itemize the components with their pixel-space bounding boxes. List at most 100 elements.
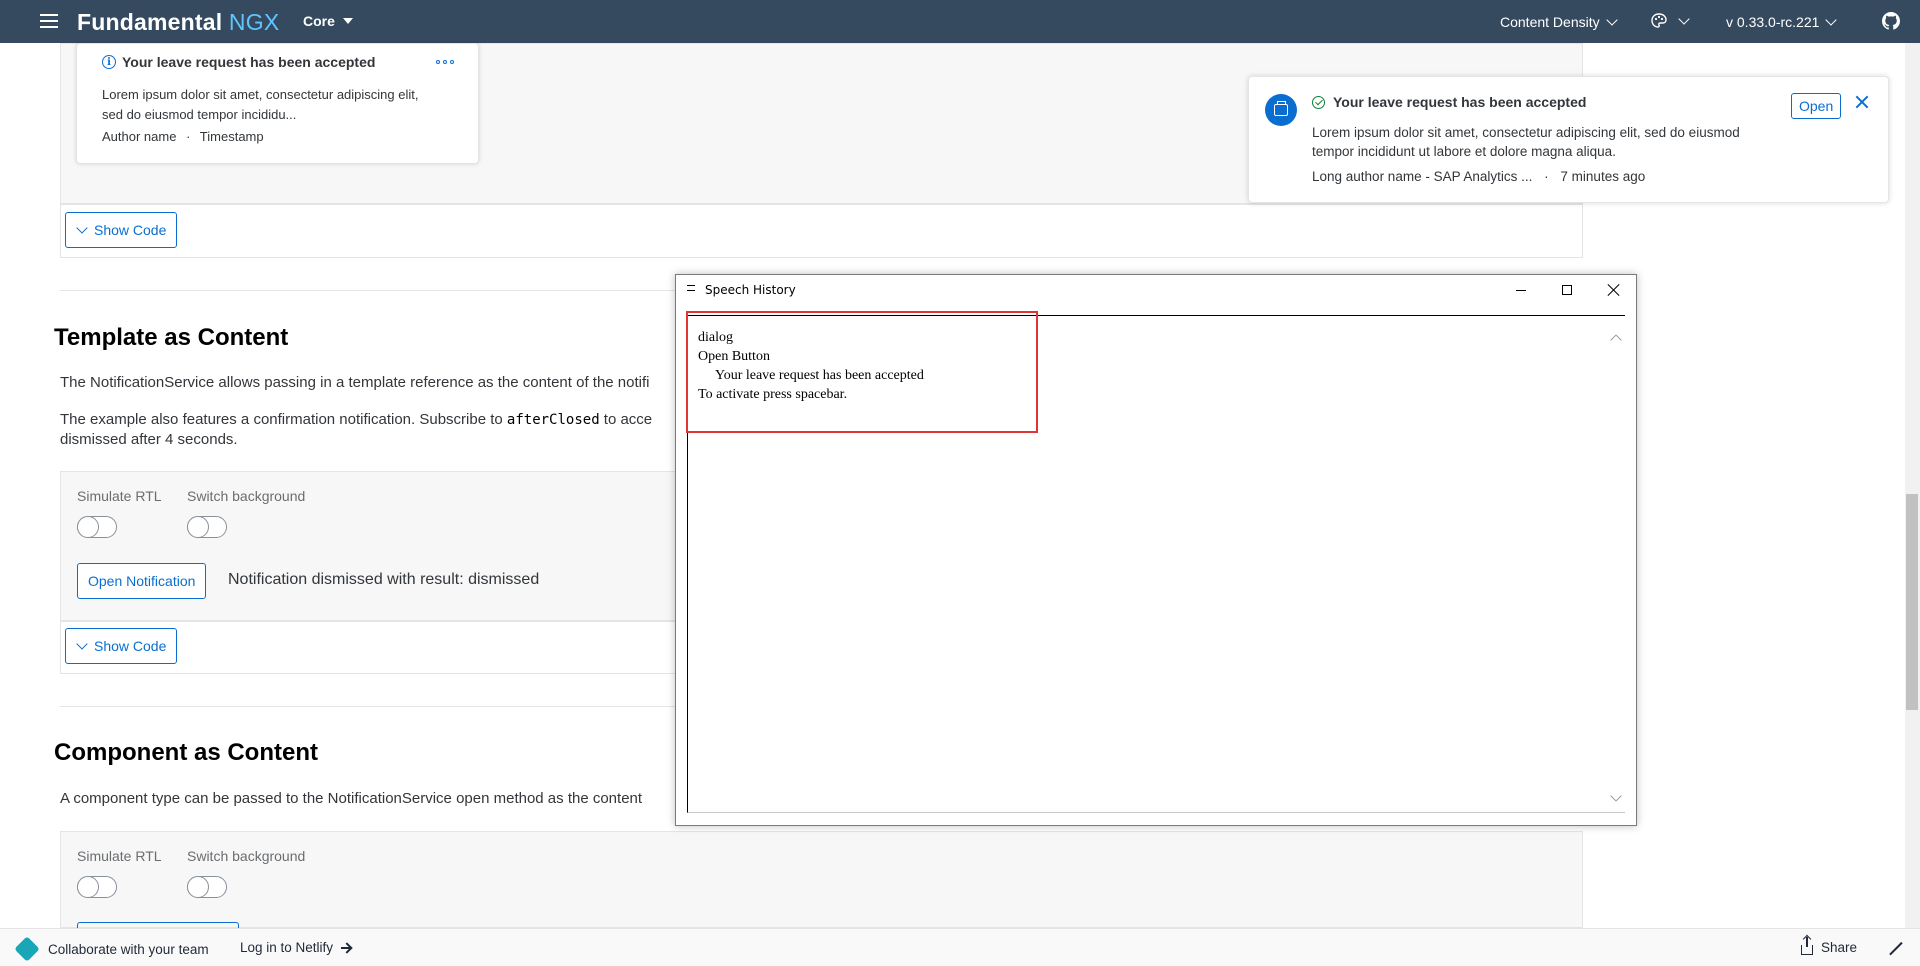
switch-background-toggle[interactable] xyxy=(187,516,227,538)
share-button[interactable]: Share xyxy=(1801,936,1858,955)
notification-title-row: Your leave request has been accepted xyxy=(1312,94,1586,110)
notification-result-text: Notification dismissed with result: dism… xyxy=(228,571,540,588)
overflow-menu-icon[interactable] xyxy=(436,60,454,64)
page-scrollbar[interactable] xyxy=(1905,43,1920,928)
theme-menu[interactable] xyxy=(1650,12,1690,30)
toggle-knob xyxy=(77,516,99,538)
speech-line: dialog xyxy=(698,330,733,345)
product-menu-label: Core xyxy=(303,13,335,29)
chevron-down-icon xyxy=(76,221,88,234)
expand-button[interactable] xyxy=(1890,942,1902,954)
simulate-rtl-toggle[interactable] xyxy=(77,516,117,538)
meta-separator: · xyxy=(186,129,191,144)
card-author: Author name xyxy=(102,129,177,144)
speech-line: To activate press spacebar. xyxy=(698,387,848,402)
section-title-component: Component as Content xyxy=(54,739,318,766)
netlify-bottom-bar: Collaborate with your team Log in to Net… xyxy=(0,928,1920,966)
collaborate-link[interactable]: Collaborate with your team xyxy=(14,936,209,962)
show-code-button[interactable]: Show Code xyxy=(65,628,178,664)
notification-title: Your leave request has been accepted xyxy=(1333,94,1587,110)
toggle-knob xyxy=(77,876,99,898)
speech-history-text: dialog Open Button Your leave request ha… xyxy=(698,328,924,404)
success-check-icon xyxy=(1312,95,1325,109)
simulate-rtl-toggle[interactable] xyxy=(77,876,117,898)
show-code-button[interactable]: Show Code xyxy=(65,212,178,248)
template-description-2: The example also features a confirmation… xyxy=(60,410,652,449)
chevron-down-icon xyxy=(1825,13,1838,26)
briefcase-icon xyxy=(1274,101,1288,116)
card-body: Lorem ipsum dolor sit amet, consectetur … xyxy=(102,87,419,122)
minimize-icon xyxy=(1516,289,1526,291)
speech-history-window: Speech History dialog Open Button Your l… xyxy=(675,274,1637,826)
show-code-label: Show Code xyxy=(94,222,167,238)
card-timestamp: Timestamp xyxy=(199,129,264,144)
content-density-menu[interactable]: Content Density xyxy=(1500,13,1618,30)
chevron-down-icon xyxy=(1605,13,1618,26)
hamburger-menu-icon[interactable] xyxy=(40,14,58,28)
notification-author: Long author name - SAP Analytics ... xyxy=(1312,169,1533,184)
product-menu-button[interactable]: Core xyxy=(303,13,353,29)
notification-meta: Long author name - SAP Analytics ... · 7… xyxy=(1312,169,1645,184)
brand-main: Fundamental xyxy=(77,9,223,35)
card-title: Your leave request has been accepted xyxy=(122,54,376,70)
brand-accent: NGX xyxy=(228,9,280,35)
window-menu-icon[interactable] xyxy=(687,285,695,291)
maximize-icon xyxy=(1562,285,1572,295)
speech-history-text-area[interactable]: dialog Open Button Your leave request ha… xyxy=(687,315,1625,813)
minimize-button[interactable] xyxy=(1498,275,1544,305)
window-title: Speech History xyxy=(705,283,796,297)
shellbar: Fundamental NGX Core Content Density v 0… xyxy=(0,0,1920,43)
speech-line: Open Button xyxy=(698,349,770,364)
close-icon xyxy=(1607,284,1619,296)
scroll-down-arrow-icon[interactable] xyxy=(1610,790,1622,802)
switch-background-toggle[interactable] xyxy=(187,876,227,898)
netlify-logo-icon xyxy=(14,936,40,962)
chevron-down-icon xyxy=(1678,12,1690,25)
component-description: A component type can be passed to the No… xyxy=(60,790,643,807)
section-title-template: Template as Content xyxy=(54,324,289,351)
page-scrollbar-thumb[interactable] xyxy=(1906,494,1918,710)
maximize-button[interactable] xyxy=(1544,275,1590,305)
inline-code: afterClosed xyxy=(506,412,600,428)
toggle-knob xyxy=(187,876,209,898)
login-label: Log in to Netlify xyxy=(240,940,334,955)
open-notification-button[interactable]: Open Notification xyxy=(77,563,207,599)
show-code-label: Show Code xyxy=(94,638,167,654)
notification-close-button[interactable] xyxy=(1855,95,1875,115)
palette-icon xyxy=(1651,13,1667,28)
share-label: Share xyxy=(1821,940,1858,955)
template-description: The NotificationService allows passing i… xyxy=(60,374,650,391)
version-menu[interactable]: v 0.33.0-rc.221 xyxy=(1726,13,1838,30)
notification-card: i Your leave request has been accepted L… xyxy=(76,43,479,164)
card-title-row: i Your leave request has been accepted xyxy=(102,54,375,70)
text-after-code: to acce xyxy=(599,411,653,428)
text-line-2: dismissed after 4 seconds. xyxy=(60,431,238,448)
brand-title[interactable]: Fundamental NGX xyxy=(77,9,279,36)
text-before-code: The example also features a confirmation… xyxy=(60,411,507,428)
speech-line: Your leave request has been accepted xyxy=(698,368,924,383)
info-icon: i xyxy=(102,55,116,69)
meta-separator: · xyxy=(1544,169,1549,184)
login-netlify-link[interactable]: Log in to Netlify xyxy=(240,940,352,955)
chevron-down-icon xyxy=(76,637,88,650)
expand-icon xyxy=(1890,942,1902,954)
simulate-rtl-label: Simulate RTL xyxy=(77,488,162,504)
notification-open-button[interactable]: Open xyxy=(1791,93,1842,119)
caret-down-icon xyxy=(342,18,353,24)
notification-popup: Your leave request has been accepted Lor… xyxy=(1248,76,1889,203)
collaborate-label: Collaborate with your team xyxy=(48,941,209,957)
github-link[interactable] xyxy=(1882,12,1900,30)
share-icon xyxy=(1801,936,1813,955)
github-icon xyxy=(1882,12,1900,30)
arrow-right-icon xyxy=(341,946,352,949)
window-titlebar[interactable]: Speech History xyxy=(676,275,1636,305)
notification-body: Lorem ipsum dolor sit amet, consectetur … xyxy=(1312,125,1740,159)
content-density-label: Content Density xyxy=(1500,14,1600,30)
scroll-up-arrow-icon[interactable] xyxy=(1610,332,1622,346)
close-icon xyxy=(1855,95,1869,109)
code-toolbar xyxy=(60,204,1583,258)
notification-avatar xyxy=(1265,94,1297,126)
window-close-button[interactable] xyxy=(1590,275,1636,305)
card-meta: Author name · Timestamp xyxy=(102,129,264,144)
example-preview-area xyxy=(60,831,1583,928)
